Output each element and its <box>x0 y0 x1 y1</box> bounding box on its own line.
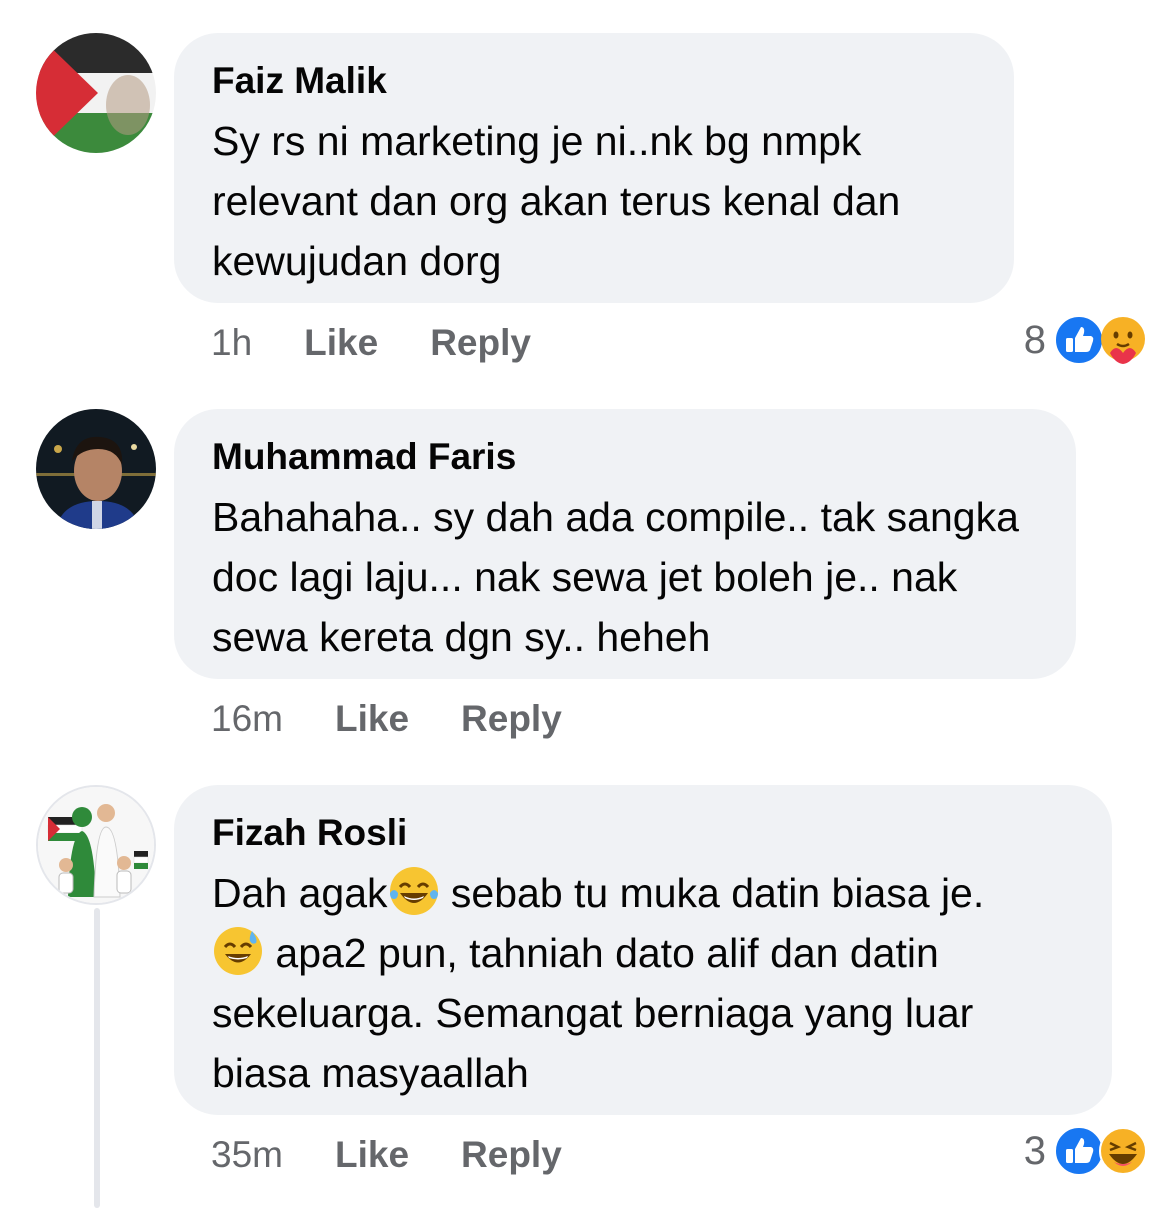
reaction-count: 3 <box>1023 1128 1046 1173</box>
reply-button[interactable]: Reply <box>461 1134 562 1176</box>
comment-text-part: apa2 pun, tahniah dato alif dan datin <box>264 930 939 976</box>
reply-button[interactable]: Reply <box>430 322 531 364</box>
reaction-count: 8 <box>1023 317 1046 362</box>
laughing-tears-emoji-icon <box>388 865 440 917</box>
comment-bubble: Faiz Malik Sy rs ni marketing je ni..nk … <box>174 33 1014 303</box>
like-icon <box>1054 1126 1104 1176</box>
comment-text-part: Dah agak <box>212 870 388 916</box>
avatar[interactable] <box>36 33 156 153</box>
comment-actions: 35m Like Reply <box>211 1130 614 1180</box>
sweat-smile-emoji-icon <box>212 925 264 977</box>
reaction-summary[interactable]: 8 <box>1024 313 1148 367</box>
reply-button[interactable]: Reply <box>461 698 562 740</box>
comment-text: Bahahaha.. sy dah ada compile.. tak sang… <box>212 494 1019 660</box>
like-button[interactable]: Like <box>335 1134 409 1176</box>
reaction-summary[interactable]: 3 <box>1024 1124 1148 1178</box>
comment-author[interactable]: Muhammad Faris <box>212 435 1038 479</box>
comment-actions: 1h Like Reply <box>211 318 583 368</box>
like-button[interactable]: Like <box>304 322 378 364</box>
comment-text-part: sekeluarga. Semangat berniaga yang luar <box>212 990 974 1036</box>
comment-text-part: sebab tu muka datin biasa je. <box>439 870 985 916</box>
like-icon <box>1054 315 1104 365</box>
reply-thread-line <box>94 908 100 1208</box>
comment-time[interactable]: 35m <box>211 1134 283 1176</box>
comment-time[interactable]: 16m <box>211 698 283 740</box>
comment-author[interactable]: Fizah Rosli <box>212 811 1074 855</box>
comment-time[interactable]: 1h <box>211 322 252 364</box>
comment-author[interactable]: Faiz Malik <box>212 59 976 103</box>
comment-text: Sy rs ni marketing je ni..nk bg nmpk rel… <box>212 118 901 284</box>
avatar[interactable] <box>36 409 156 529</box>
care-icon <box>1098 315 1148 365</box>
avatar[interactable] <box>36 785 156 905</box>
comment-bubble: Muhammad Faris Bahahaha.. sy dah ada com… <box>174 409 1076 679</box>
comment-text-part: biasa masyaallah <box>212 1050 529 1096</box>
comment-actions: 16m Like Reply <box>211 694 614 744</box>
comment-bubble: Fizah Rosli Dah agak sebab tu muka datin… <box>174 785 1112 1115</box>
like-button[interactable]: Like <box>335 698 409 740</box>
haha-icon <box>1098 1126 1148 1176</box>
comment-text: Dah agak sebab tu muka datin biasa je. a… <box>212 863 1074 1103</box>
